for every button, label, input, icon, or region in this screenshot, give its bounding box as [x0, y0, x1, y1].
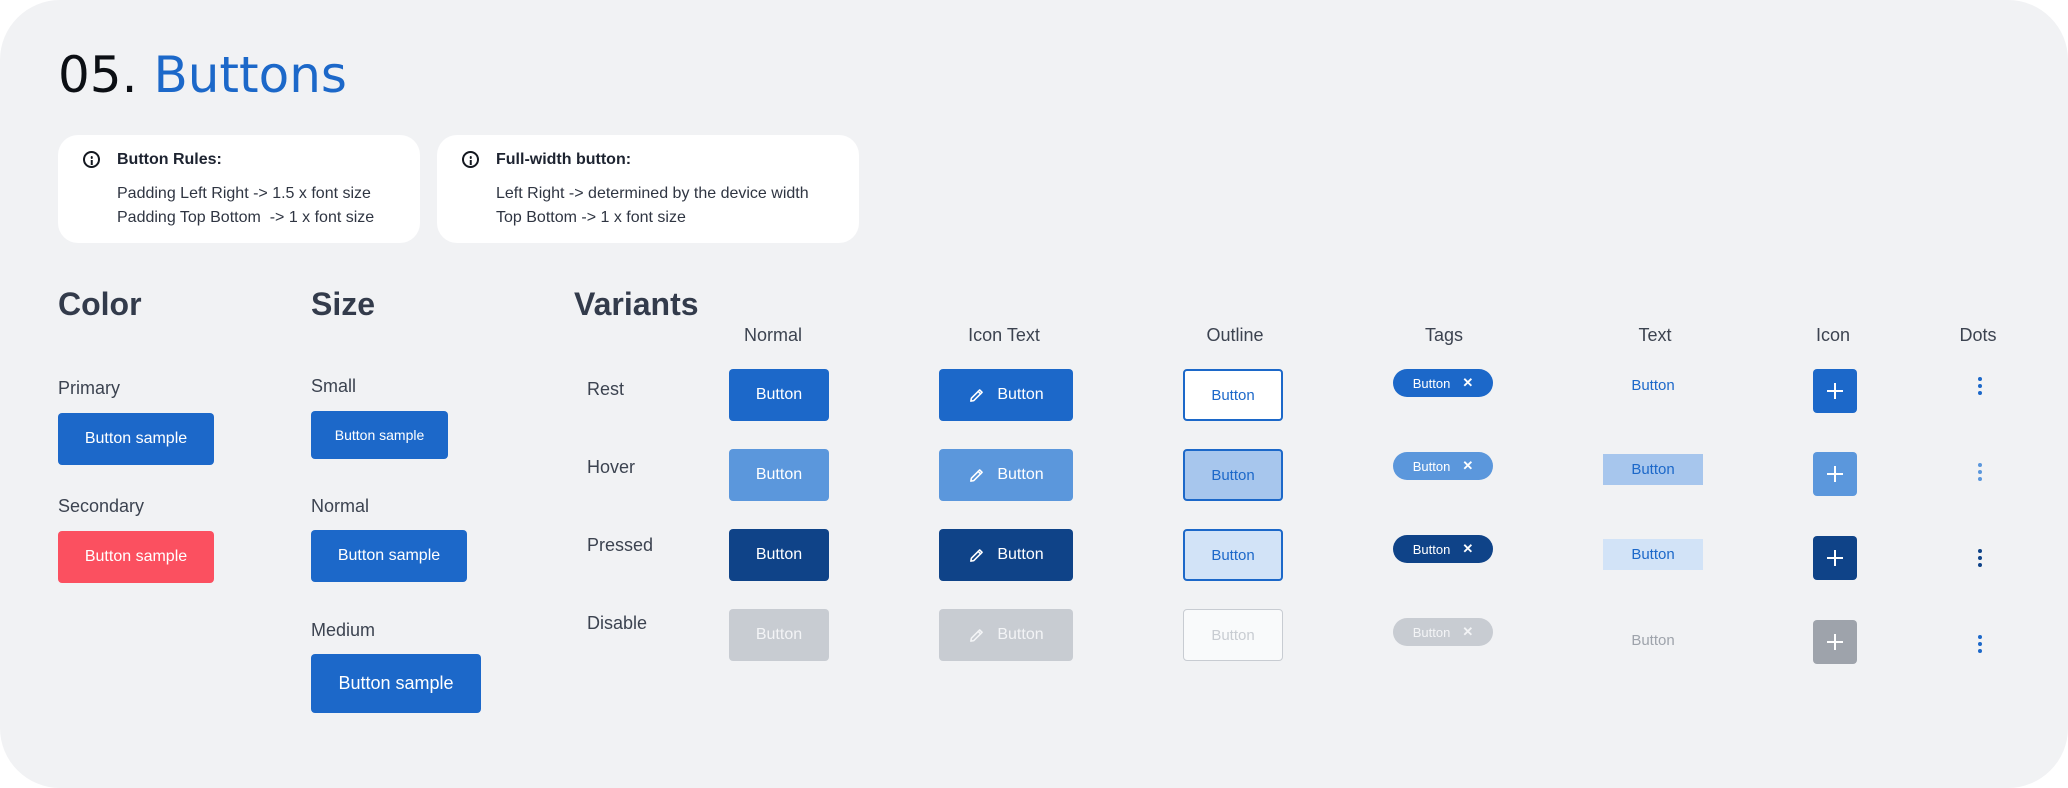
column-header-icon: Icon — [1815, 325, 1851, 345]
state-label-hover: Hover — [587, 457, 636, 477]
info-icon — [462, 151, 479, 168]
card-title: Full-width button: — [496, 151, 632, 168]
tag-label: Button — [1412, 458, 1451, 474]
outline-button-hover[interactable]: Button — [1183, 449, 1283, 501]
tag-label: Button — [1412, 541, 1451, 557]
card-line: Padding Left Right -> 1.5 x font size — [117, 185, 371, 202]
normal-sample-button[interactable]: Button sample — [311, 530, 467, 582]
color-section-title: Color — [58, 286, 142, 322]
card-line: Top Bottom -> 1 x font size — [496, 209, 686, 226]
more-vertical-icon[interactable] — [1977, 549, 1983, 569]
close-icon[interactable]: ✕ — [1462, 375, 1473, 391]
size-label-medium: Medium — [311, 620, 376, 640]
pencil-icon — [970, 388, 984, 402]
normal-button-hover[interactable]: Button — [729, 449, 829, 501]
more-vertical-icon[interactable] — [1977, 635, 1983, 655]
size-section-title: Size — [311, 286, 376, 322]
normal-button-rest[interactable]: Button — [729, 369, 829, 421]
state-label-rest: Rest — [587, 379, 625, 399]
icon-text-button-rest[interactable]: Button — [939, 369, 1073, 421]
primary-sample-button[interactable]: Button sample — [58, 413, 214, 465]
page-title: 05. Buttons — [58, 46, 347, 104]
normal-button-disable[interactable]: Button — [729, 609, 829, 661]
text-button-disable[interactable]: Button — [1603, 627, 1703, 653]
icon-text-button-label: Button — [997, 626, 1044, 643]
pencil-icon — [970, 628, 984, 642]
close-icon[interactable]: ✕ — [1462, 624, 1473, 640]
card-line: Left Right -> determined by the device w… — [496, 185, 809, 202]
medium-sample-button[interactable]: Button sample — [311, 654, 481, 713]
close-icon[interactable]: ✕ — [1462, 541, 1473, 557]
icon-text-button-hover[interactable]: Button — [939, 449, 1073, 501]
icon-text-button-disable[interactable]: Button — [939, 609, 1073, 661]
tag-rest[interactable]: Button ✕ — [1393, 369, 1493, 397]
column-header-dots: Dots — [1959, 325, 1997, 345]
tag-label: Button — [1412, 375, 1451, 391]
variants-section-title: Variants — [574, 286, 699, 322]
color-label-secondary: Secondary — [58, 496, 145, 516]
plus-icon — [1827, 550, 1843, 566]
full-width-button-card: Full-width button: Left Right -> determi… — [437, 135, 859, 243]
state-label-disable: Disable — [587, 613, 648, 633]
icon-text-button-label: Button — [997, 386, 1044, 403]
plus-icon — [1827, 466, 1843, 482]
secondary-sample-button[interactable]: Button sample — [58, 531, 214, 583]
column-header-normal: Normal — [743, 325, 802, 345]
size-label-small: Small — [311, 376, 357, 396]
tag-label: Button — [1412, 624, 1451, 640]
tag-pressed[interactable]: Button ✕ — [1393, 535, 1493, 563]
section-number: 05. — [58, 46, 138, 104]
pencil-icon — [970, 548, 984, 562]
column-header-icon-text: Icon Text — [968, 325, 1040, 345]
more-vertical-icon[interactable] — [1977, 463, 1983, 483]
pencil-icon — [970, 468, 984, 482]
text-button-pressed[interactable]: Button — [1603, 539, 1703, 570]
size-label-normal: Normal — [311, 496, 370, 516]
icon-text-button-label: Button — [997, 546, 1044, 563]
icon-button-pressed[interactable] — [1813, 536, 1857, 580]
state-label-pressed: Pressed — [587, 535, 654, 555]
button-rules-card: Button Rules: Padding Left Right -> 1.5 … — [58, 135, 420, 243]
text-button-hover[interactable]: Button — [1603, 454, 1703, 485]
outline-button-disable[interactable]: Button — [1183, 609, 1283, 661]
icon-text-button-label: Button — [997, 466, 1044, 483]
info-icon — [83, 151, 100, 168]
normal-button-pressed[interactable]: Button — [729, 529, 829, 581]
icon-button-rest[interactable] — [1813, 369, 1857, 413]
close-icon[interactable]: ✕ — [1462, 458, 1473, 474]
tag-disable[interactable]: Button ✕ — [1393, 618, 1493, 646]
column-header-text: Text — [1638, 325, 1672, 345]
more-vertical-icon[interactable] — [1977, 377, 1983, 397]
icon-text-button-pressed[interactable]: Button — [939, 529, 1073, 581]
card-title: Button Rules: — [117, 151, 222, 168]
icon-button-hover[interactable] — [1813, 452, 1857, 496]
outline-button-pressed[interactable]: Button — [1183, 529, 1283, 581]
plus-icon — [1827, 634, 1843, 650]
outline-button-rest[interactable]: Button — [1183, 369, 1283, 421]
card-line: Padding Top Bottom -> 1 x font size — [117, 209, 375, 226]
text-button-rest[interactable]: Button — [1603, 372, 1703, 398]
tag-hover[interactable]: Button ✕ — [1393, 452, 1493, 480]
icon-button-disable[interactable] — [1813, 620, 1857, 664]
color-label-primary: Primary — [58, 378, 120, 398]
section-title: Buttons — [153, 46, 347, 104]
plus-icon — [1827, 383, 1843, 399]
column-header-outline: Outline — [1206, 325, 1264, 345]
design-board: 05. Buttons Button Rules: Padding Left R… — [0, 0, 2068, 788]
small-sample-button[interactable]: Button sample — [311, 411, 448, 459]
column-header-tags: Tags — [1424, 325, 1464, 345]
